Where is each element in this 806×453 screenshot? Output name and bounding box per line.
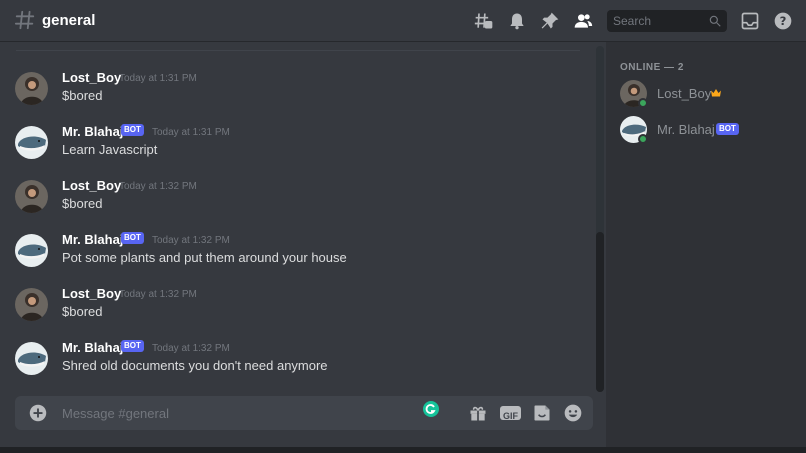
message-author[interactable]: Mr. Blahaj [62,232,123,247]
search-input[interactable]: Search [607,10,727,32]
search-icon [709,15,721,27]
online-status-icon [638,134,648,144]
add-icon[interactable] [29,404,47,422]
members-icon[interactable] [573,11,593,31]
message-item: Lost_Boy Today at 1:31 PM $bored [0,70,590,124]
message-input[interactable]: Message #general [62,406,169,421]
bell-icon[interactable] [507,11,527,31]
help-icon[interactable]: ? [773,11,793,31]
gif-icon[interactable]: GIF [500,406,521,421]
bottom-strip [0,447,806,453]
message-timestamp: Today at 1:31 PM [119,73,197,84]
bot-tag: BOT [121,232,144,244]
online-section-title: ONLINE — 2 [620,62,684,73]
message-timestamp: Today at 1:32 PM [119,289,197,300]
message-list[interactable]: Lost_Boy Today at 1:31 PM $bored Mr. Bla… [0,42,606,392]
hashtag-icon [14,10,35,30]
avatar[interactable] [15,180,48,213]
pin-icon[interactable] [540,11,560,31]
message-item: Mr. Blahaj BOT Today at 1:31 PM Learn Ja… [0,124,590,178]
message-content: $bored [62,88,103,103]
bot-tag: BOT [121,340,144,352]
message-content: Learn Javascript [62,142,158,157]
sticker-icon[interactable] [532,403,552,423]
message-timestamp: Today at 1:32 PM [152,235,230,246]
avatar[interactable] [15,126,48,159]
message-content: Pot some plants and put them around your… [62,250,347,265]
message-item: Lost_Boy Today at 1:32 PM $bored [0,286,590,340]
gif-label: GIF [503,411,518,421]
grammarly-icon[interactable] [423,401,439,417]
divider [16,50,580,51]
bot-tag: BOT [121,124,144,136]
message-item: Mr. Blahaj BOT Today at 1:32 PM Pot some… [0,232,590,286]
bot-tag: BOT [716,123,739,135]
channel-title: general [42,12,96,29]
discord-window: general Search ? Lost_Boy Today at 1:31 … [0,0,806,453]
message-composer[interactable]: Message #general GIF [15,396,593,430]
avatar[interactable] [15,234,48,267]
avatar[interactable] [15,72,48,105]
message-content: $bored [62,304,103,319]
message-timestamp: Today at 1:31 PM [152,127,230,138]
message-timestamp: Today at 1:32 PM [152,343,230,354]
gift-icon[interactable] [468,403,488,423]
message-author[interactable]: Lost_Boy [62,178,121,193]
message-author[interactable]: Mr. Blahaj [62,124,123,139]
member-name: Lost_Boy [657,86,712,101]
message-author[interactable]: Lost_Boy [62,286,121,301]
avatar[interactable] [15,342,48,375]
member-name: Mr. Blahaj [657,122,715,137]
threads-icon[interactable] [474,11,494,31]
channel-header: general Search ? [0,0,806,42]
message-content: $bored [62,196,103,211]
member-item[interactable]: Lost_Boy [606,80,806,112]
online-status-icon [638,98,648,108]
message-author[interactable]: Lost_Boy [62,70,121,85]
member-list: ONLINE — 2 Lost_Boy Mr. Blahaj BOT [606,42,806,453]
inbox-icon[interactable] [740,11,760,31]
message-author[interactable]: Mr. Blahaj [62,340,123,355]
member-item[interactable]: Mr. Blahaj BOT [606,116,806,148]
scrollbar-thumb[interactable] [596,232,604,392]
message-item: Mr. Blahaj BOT Today at 1:32 PM Shred ol… [0,340,590,394]
avatar[interactable] [15,288,48,321]
message-item: Lost_Boy Today at 1:32 PM $bored [0,178,590,232]
message-timestamp: Today at 1:32 PM [119,181,197,192]
search-placeholder: Search [613,14,652,28]
message-content: Shred old documents you don't need anymo… [62,358,328,373]
crown-icon [711,89,721,97]
svg-text:?: ? [780,14,787,28]
emoji-icon[interactable] [563,403,583,423]
